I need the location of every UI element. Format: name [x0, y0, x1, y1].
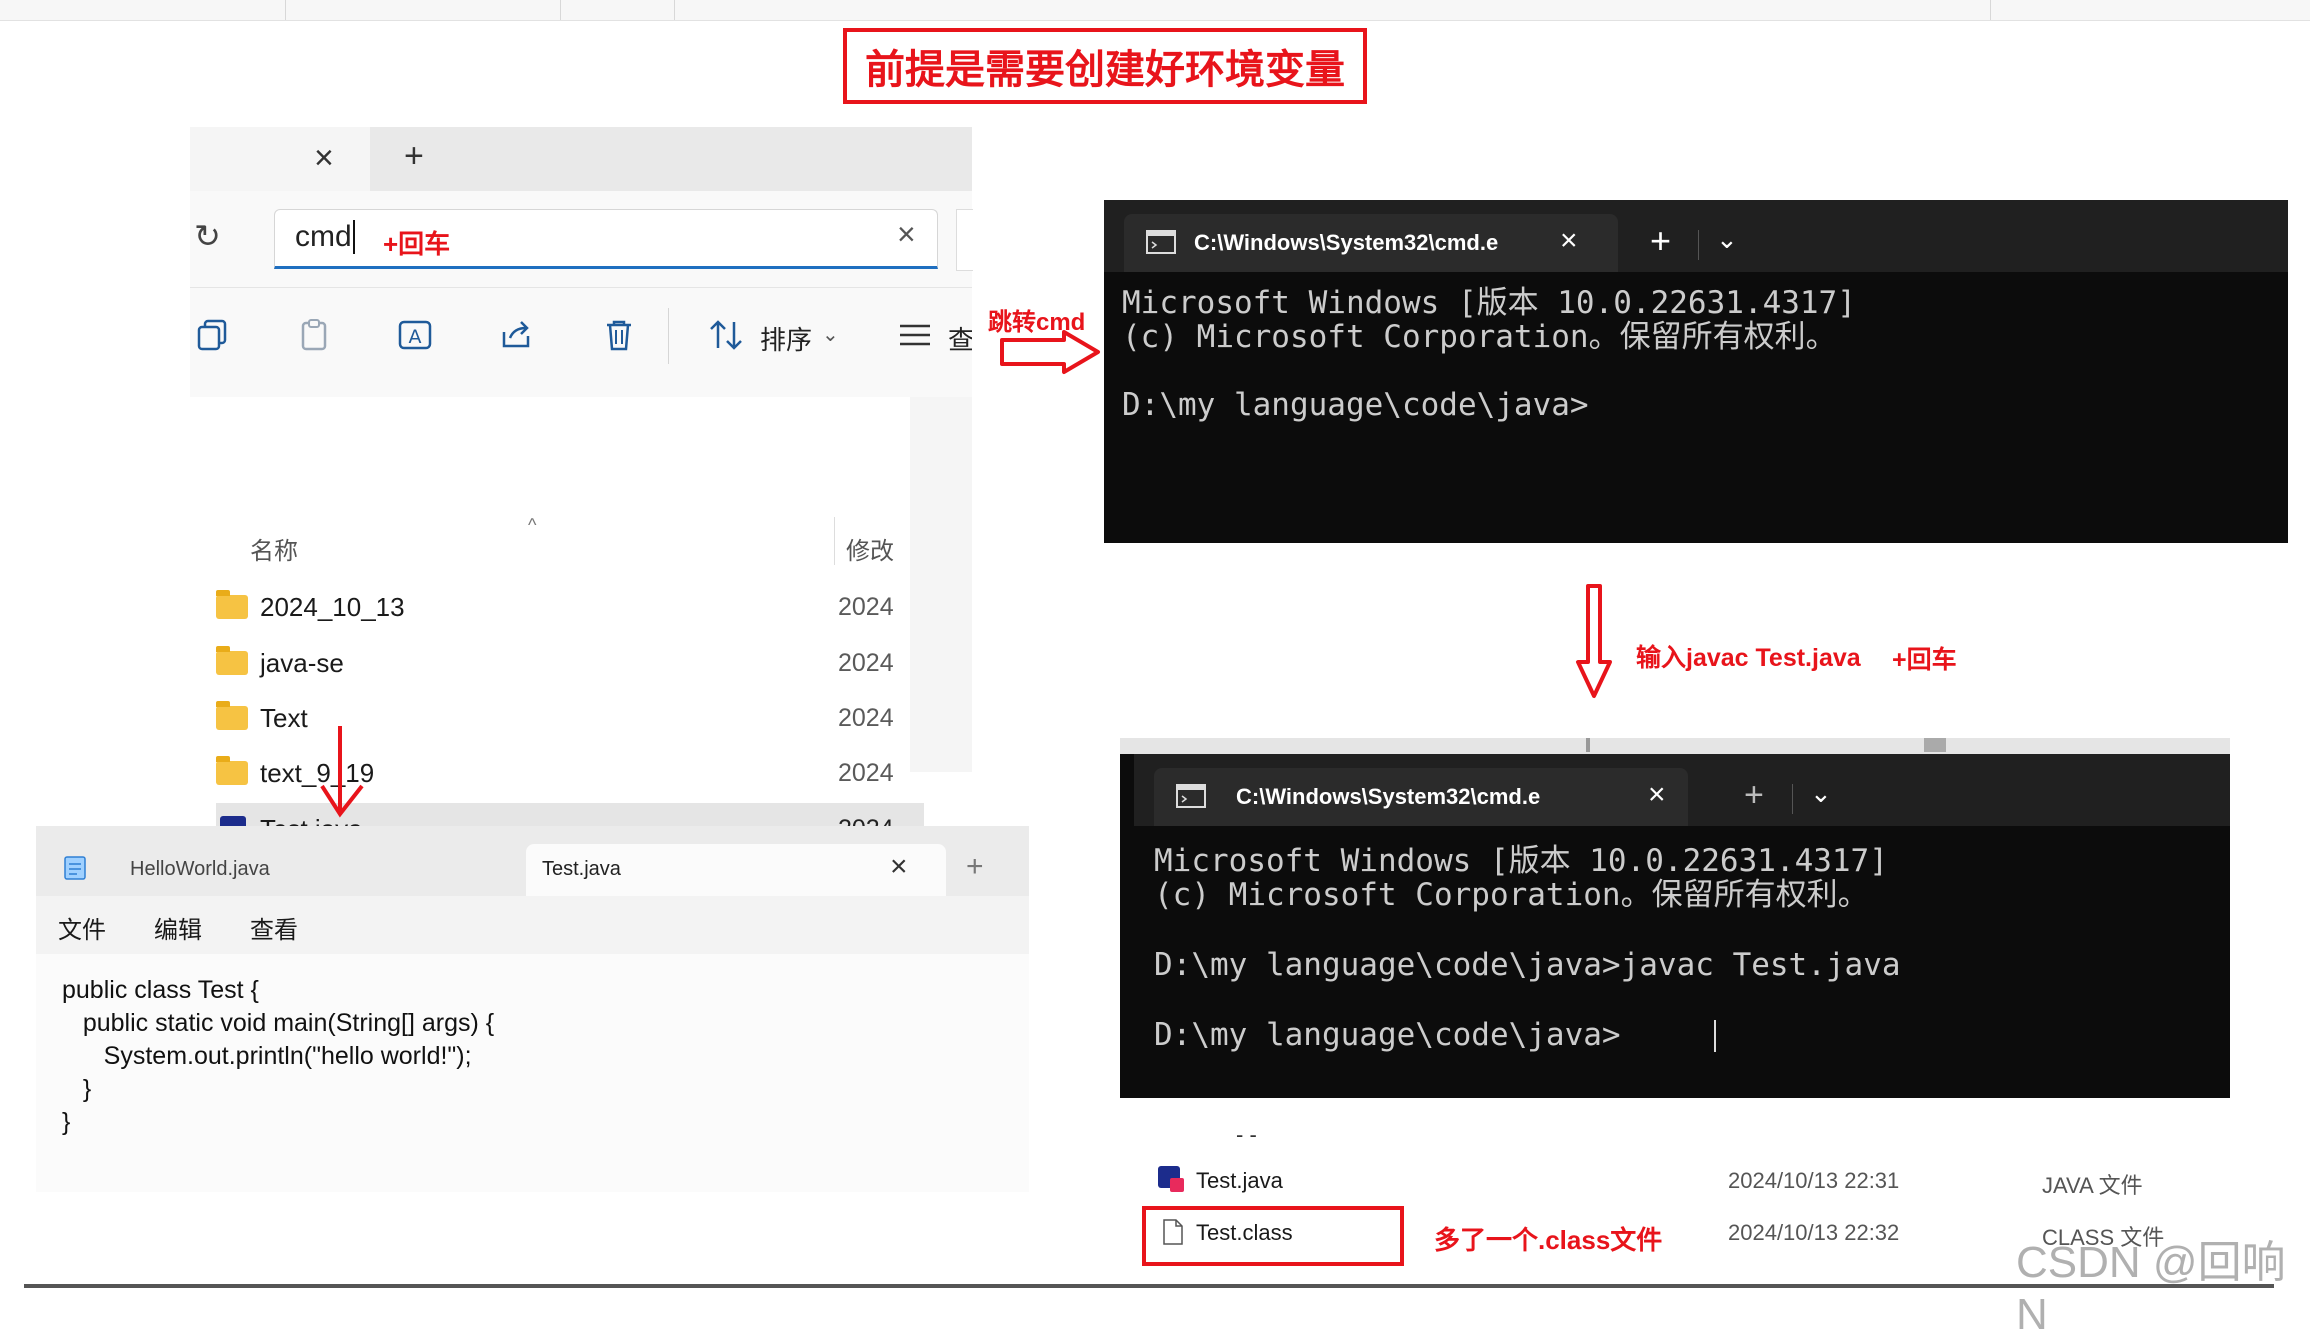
- cmd-line-2: (c) Microsoft Corporation。保留所有权利。: [1122, 319, 1837, 355]
- cmd-window-1: C:\Windows\System32\cmd.e × + ⌄ Microsof…: [1104, 200, 2288, 543]
- cmd-tabbar: C:\Windows\System32\cmd.e × + ⌄: [1134, 754, 2230, 826]
- notepad-editor-text[interactable]: public class Test { public static void m…: [62, 974, 494, 1139]
- folder-icon: [216, 701, 248, 730]
- cmd-prompt[interactable]: D:\my language\code\java>: [1122, 388, 1589, 423]
- enter-annotation: +回车: [1892, 646, 1957, 674]
- folder-icon: [216, 590, 248, 619]
- cmd-tab-title: C:\Windows\System32\cmd.e: [1236, 784, 1541, 809]
- top-strip: [0, 0, 2310, 21]
- new-tab-icon[interactable]: +: [1744, 776, 1764, 815]
- notepad-menubar: 文件 编辑 查看: [36, 896, 1029, 954]
- svg-text:A: A: [409, 326, 422, 348]
- list-item-name[interactable]: Test.class: [1196, 1220, 1293, 1246]
- rename-icon[interactable]: A: [398, 318, 434, 352]
- tab-helloworld-java[interactable]: HelloWorld.java: [130, 858, 270, 881]
- menu-view[interactable]: 查看: [250, 910, 298, 945]
- cmd-prompt[interactable]: D:\my language\code\java>: [1154, 1018, 1621, 1053]
- close-icon[interactable]: ×: [890, 850, 908, 884]
- list-item-name[interactable]: Test.java: [1196, 1168, 1283, 1194]
- sort-icon[interactable]: [708, 318, 744, 352]
- sort-label[interactable]: 排序: [760, 320, 812, 357]
- text-cursor: [1714, 1020, 1716, 1052]
- terminal-icon: [1176, 784, 1206, 808]
- paste-icon[interactable]: [298, 318, 332, 352]
- file-icon: [1163, 1219, 1183, 1245]
- refresh-icon[interactable]: ↻: [194, 217, 221, 255]
- javac-annotation: 输入javac Test.java: [1636, 644, 1861, 672]
- cmd-tab-title: C:\Windows\System32\cmd.e: [1194, 230, 1499, 255]
- cmd-line-1: Microsoft Windows [版本 10.0.22631.4317]: [1154, 843, 1888, 879]
- close-icon[interactable]: ×: [1648, 778, 1666, 812]
- cmd-line-2: (c) Microsoft Corporation。保留所有权利。: [1154, 877, 1869, 913]
- cmd-window-2-frame: [1120, 738, 2230, 754]
- terminal-icon: [1146, 230, 1176, 254]
- close-icon[interactable]: ×: [1560, 224, 1578, 258]
- close-icon[interactable]: ×: [314, 139, 334, 178]
- cmd-command-line: D:\my language\code\java>javac Test.java: [1154, 947, 1901, 983]
- new-tab-icon[interactable]: +: [966, 850, 984, 884]
- clear-icon[interactable]: ×: [897, 216, 916, 253]
- folder-icon: [216, 756, 248, 785]
- extra-class-annotation: 多了一个.class文件: [1434, 1225, 1663, 1255]
- share-icon[interactable]: [500, 318, 534, 352]
- notepad-app-icon: [64, 856, 86, 880]
- column-header-modified[interactable]: 修改: [846, 531, 894, 566]
- new-tab-icon[interactable]: +: [404, 137, 424, 176]
- cmd-tabbar: C:\Windows\System32\cmd.e × + ⌄: [1104, 200, 2288, 272]
- bottom-border: [24, 1284, 2274, 1288]
- down-arrow-icon: [320, 726, 364, 818]
- list-item-date: 2024/10/13 22:32: [1728, 1220, 1900, 1245]
- new-tab-icon[interactable]: +: [1650, 220, 1671, 262]
- notepad-window: HelloWorld.java Test.java × + 文件 编辑 查看 p…: [36, 826, 1029, 1192]
- delete-icon[interactable]: [602, 318, 636, 352]
- tab-label: Test.java: [542, 858, 621, 880]
- list-item-type: JAVA 文件: [2042, 1173, 2143, 1198]
- cmd-line-1: Microsoft Windows [版本 10.0.22631.4317]: [1122, 285, 1856, 321]
- chevron-down-icon[interactable]: ⌄: [1716, 224, 1738, 255]
- tab-test-java[interactable]: Test.java ×: [526, 844, 946, 896]
- search-input[interactable]: cmd +回车 ×: [274, 209, 938, 269]
- list-item-date: 2024/10/13 22:31: [1728, 1168, 1900, 1193]
- view-icon[interactable]: [898, 320, 932, 350]
- copy-icon[interactable]: [196, 318, 230, 352]
- chevron-down-icon[interactable]: ⌄: [822, 322, 839, 347]
- chevron-down-icon[interactable]: ⌄: [1810, 778, 1832, 809]
- cmd-window-2: C:\Windows\System32\cmd.e × + ⌄ Microsof…: [1120, 754, 2230, 1098]
- menu-file[interactable]: 文件: [58, 910, 106, 945]
- text-cursor: [353, 220, 355, 254]
- column-header-name[interactable]: 名称: [250, 531, 298, 566]
- file-explorer-window: × + ↻ cmd +回车 × A 排序 ⌄ 查 名称 ^ 修改 2024_10…: [190, 127, 973, 855]
- explorer-tabbar: × +: [190, 127, 972, 191]
- explorer-tab[interactable]: [190, 127, 370, 191]
- sort-arrow-icon: ^: [528, 515, 537, 535]
- explorer-toolbar: A 排序 ⌄ 查: [190, 287, 972, 384]
- menu-edit[interactable]: 编辑: [154, 910, 202, 945]
- address-edge: [956, 209, 973, 271]
- folder-icon: [216, 646, 248, 675]
- list-separator: - -: [1236, 1122, 1257, 1147]
- intellij-java-file-icon: [1158, 1166, 1184, 1192]
- right-arrow-icon: [1000, 330, 1100, 374]
- notepad-tabbar: HelloWorld.java Test.java × +: [36, 826, 1029, 896]
- down-arrow-icon: [1576, 584, 1612, 698]
- page-title: 前提是需要创建好环境变量: [843, 28, 1367, 104]
- view-label[interactable]: 查: [948, 320, 972, 357]
- watermark: CSDN @回响N: [2016, 1238, 2286, 1339]
- search-value: cmd: [295, 220, 352, 253]
- file-row-java-se[interactable]: java-se 2024: [216, 637, 924, 689]
- search-hint-annotation: +回车: [383, 229, 451, 259]
- file-row-2024_10_13[interactable]: 2024_10_13 2024: [216, 581, 924, 633]
